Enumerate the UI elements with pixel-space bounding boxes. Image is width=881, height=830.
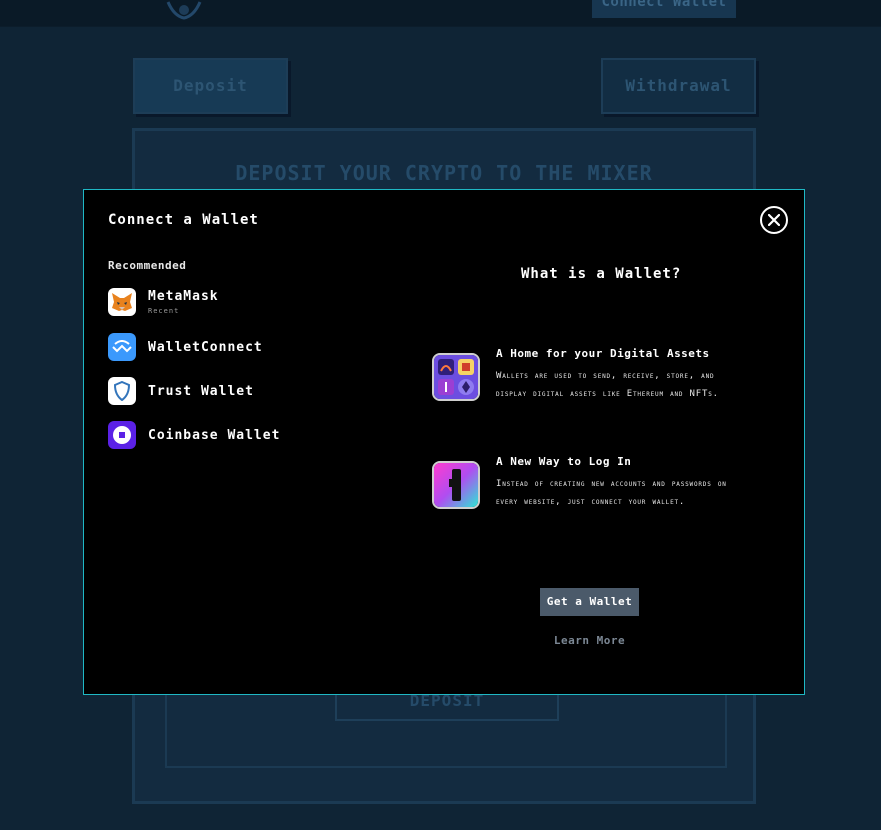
top-navigation-bar: Connect Wallet <box>0 0 881 27</box>
trust-shield-icon <box>108 377 136 405</box>
wallet-name: MetaMask <box>148 289 219 304</box>
info-title: What is a Wallet? <box>521 266 682 282</box>
connect-wallet-button[interactable]: Connect Wallet <box>592 0 736 18</box>
wallet-name: WalletConnect <box>148 339 263 355</box>
panel-title: DEPOSIT YOUR CRYPTO TO THE MIXER <box>235 161 653 185</box>
login-key-icon <box>432 461 480 509</box>
info-heading: A New Way to Log In <box>496 455 632 468</box>
site-logo-icon[interactable] <box>160 0 208 22</box>
tab-withdrawal[interactable]: Withdrawal <box>601 58 756 114</box>
digital-assets-icon <box>432 353 480 401</box>
wallet-option-metamask[interactable]: MetaMask Recent <box>108 287 219 317</box>
coinbase-icon <box>108 421 136 449</box>
wallet-name: Trust Wallet <box>148 383 254 399</box>
wallet-option-walletconnect[interactable]: WalletConnect <box>108 332 263 362</box>
info-block-log-in: A New Way to Log In Instead of creating … <box>432 455 752 525</box>
info-heading: A Home for your Digital Assets <box>496 347 710 360</box>
metamask-fox-icon <box>108 288 136 316</box>
close-button[interactable] <box>760 206 788 234</box>
info-description: Instead of creating new accounts and pas… <box>496 479 727 507</box>
wallet-option-trust[interactable]: Trust Wallet <box>108 376 254 406</box>
info-block-digital-assets: A Home for your Digital Assets Wallets a… <box>432 347 752 417</box>
tab-deposit[interactable]: Deposit <box>133 58 288 114</box>
recommended-label: Recommended <box>108 259 187 272</box>
wallet-name: Coinbase Wallet <box>148 427 281 443</box>
connect-wallet-modal: Connect a Wallet Recommended MetaMask Re… <box>83 189 805 695</box>
walletconnect-icon <box>108 333 136 361</box>
info-description: Wallets are used to send, receive, store… <box>496 371 719 399</box>
modal-title: Connect a Wallet <box>108 212 259 228</box>
wallet-recent-badge: Recent <box>148 307 180 315</box>
close-icon <box>768 214 780 226</box>
get-wallet-button[interactable]: Get a Wallet <box>540 588 639 616</box>
wallet-option-coinbase[interactable]: Coinbase Wallet <box>108 420 280 450</box>
learn-more-link[interactable]: Learn More <box>540 634 639 647</box>
